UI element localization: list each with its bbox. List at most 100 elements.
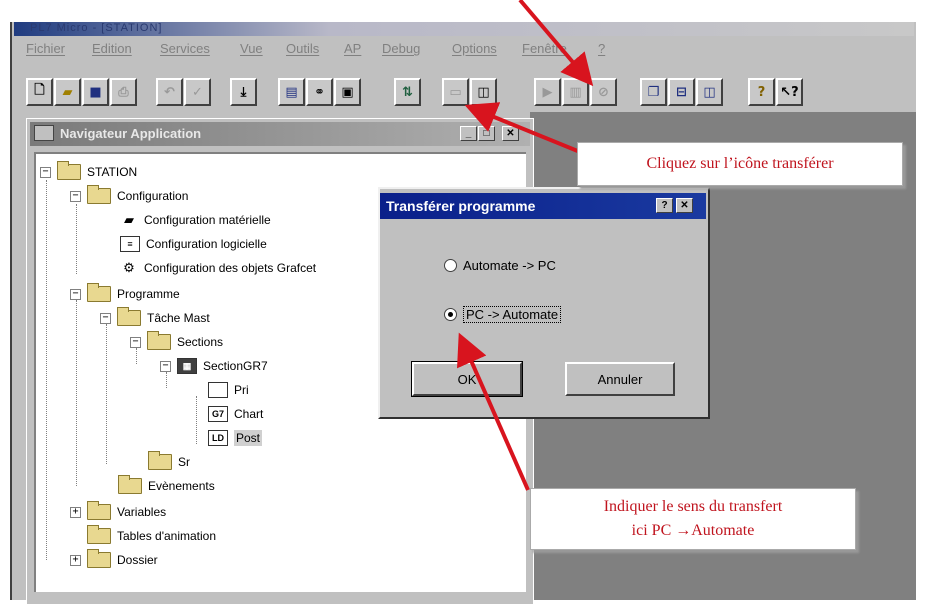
new-file-icon[interactable]: 🗋 — [26, 78, 53, 106]
open-folder-icon — [147, 331, 171, 350]
collapse-icon[interactable]: − — [130, 336, 141, 348]
help-icon[interactable]: ? — [748, 78, 775, 106]
open-folder-icon — [117, 307, 141, 326]
import-icon[interactable]: ⤓ — [230, 78, 257, 106]
expand-icon[interactable]: + — [70, 554, 81, 566]
tree-node-evenements[interactable]: Evènements — [118, 475, 215, 494]
folder-icon — [87, 525, 111, 544]
radio-pc-to-automate[interactable]: PC -> Automate — [444, 306, 562, 323]
context-help-icon[interactable]: ↖? — [776, 78, 803, 106]
navigator-title-bar: Navigateur Application _ □ ✕ — [30, 122, 530, 146]
radio-label: PC -> Automate — [463, 306, 562, 323]
tile-horizontal-icon[interactable]: ⊟ — [668, 78, 695, 106]
stop-icon[interactable]: ▥ — [562, 78, 589, 106]
tree-node-sections[interactable]: − Sections — [130, 331, 223, 350]
dialog-help-button[interactable]: ? — [656, 198, 673, 213]
transfer-icon[interactable]: ⇅ — [394, 78, 421, 106]
open-folder-icon — [87, 185, 111, 204]
toolbar: 🗋 ▰ ■ ⎙ ↶ ✓ ⤓ ▤ ⚭ ▣ ⇅ ▭ ◫ ▶ ▥ ⊘ ❐ ⊟ ◫ ? … — [14, 68, 904, 108]
tree-node-variables[interactable]: + Variables — [70, 501, 166, 520]
callout-text-line2: ici PC →Automate — [631, 522, 755, 539]
collapse-icon[interactable]: − — [70, 288, 81, 300]
radio-automate-to-pc[interactable]: Automate -> PC — [444, 258, 556, 273]
folder-icon — [57, 161, 81, 180]
menu-debug[interactable]: Debug — [382, 41, 420, 56]
tree-node-programme[interactable]: − Programme — [70, 283, 180, 302]
ok-button[interactable]: OK — [411, 361, 523, 397]
validate-icon[interactable]: ✓ — [184, 78, 211, 106]
tree-node-chart[interactable]: G7 Chart — [208, 406, 263, 422]
dialog-close-button[interactable]: ✕ — [676, 198, 693, 213]
callout-text: Cliquez sur l’icône transférer — [646, 155, 834, 172]
navigator-icon — [34, 125, 54, 141]
tree-node-config-grafcet[interactable]: ⚙ Configuration des objets Grafcet — [120, 260, 316, 276]
grafcet-objects-icon: ⚙ — [123, 260, 135, 275]
app-title: PL7 Micro - [STATION] — [30, 22, 163, 34]
menu-outils[interactable]: Outils — [286, 41, 319, 56]
close-button[interactable]: ✕ — [502, 126, 519, 141]
folder-icon — [118, 475, 142, 494]
tree-node-config-materielle[interactable]: ▰ Configuration matérielle — [120, 212, 271, 228]
menu-options[interactable]: Options — [452, 41, 497, 56]
radio-label: Automate -> PC — [463, 258, 556, 273]
collapse-icon[interactable]: − — [70, 190, 81, 202]
empty-section-icon — [208, 382, 228, 398]
callout-direction: Indiquer le sens du transfert ici PC →Au… — [530, 488, 856, 550]
hardware-icon: ▰ — [124, 212, 134, 227]
cascade-icon[interactable]: ❐ — [640, 78, 667, 106]
cancel-button[interactable]: Annuler — [565, 362, 675, 396]
tree-node-sr[interactable]: Sr — [148, 451, 190, 470]
radio-circle[interactable] — [444, 259, 457, 272]
menu-services[interactable]: Services — [160, 41, 210, 56]
maximize-button[interactable]: □ — [478, 126, 495, 141]
folder-icon — [87, 549, 111, 568]
open-folder-icon[interactable]: ▰ — [54, 78, 81, 106]
undo-icon[interactable]: ↶ — [156, 78, 183, 106]
menu-fenetre[interactable]: Fenêtre — [522, 41, 567, 56]
section-icon: ▦ — [177, 358, 197, 374]
software-config-icon: ≡ — [120, 236, 140, 252]
menu-ap[interactable]: AP — [344, 41, 361, 56]
window-list-icon[interactable]: ▤ — [278, 78, 305, 106]
menu-vue[interactable]: Vue — [240, 41, 263, 56]
tree-node-post[interactable]: LD Post — [208, 430, 263, 446]
tree-node-tache-mast[interactable]: − Tâche Mast — [100, 307, 210, 326]
minimize-button[interactable]: _ — [460, 126, 477, 141]
menu-fichier[interactable]: Fichier — [26, 41, 65, 56]
tree-node-sectiongr7[interactable]: − ▦ SectionGR7 — [160, 358, 268, 374]
view-icon[interactable]: ◫ — [470, 78, 497, 106]
tree-node-configuration[interactable]: − Configuration — [70, 185, 188, 204]
replace-icon[interactable]: ▣ — [334, 78, 361, 106]
callout-transfer-icon: Cliquez sur l’icône transférer — [577, 142, 903, 186]
menu-bar: Fichier Edition Services Vue Outils AP D… — [14, 37, 914, 59]
expand-icon[interactable]: + — [70, 506, 81, 518]
dialog-title: Transférer programme — [386, 198, 536, 214]
init-icon[interactable]: ⊘ — [590, 78, 617, 106]
navigator-title: Navigateur Application — [60, 126, 202, 141]
run-icon[interactable]: ▶ — [534, 78, 561, 106]
callout-text-line1: Indiquer le sens du transfert — [603, 498, 783, 515]
open-folder-icon — [87, 283, 111, 302]
radio-circle-selected[interactable] — [444, 308, 457, 321]
connect-icon[interactable]: ▭ — [442, 78, 469, 106]
folder-icon — [87, 501, 111, 520]
collapse-icon[interactable]: − — [100, 312, 111, 324]
tree-node-config-logicielle[interactable]: ≡ Configuration logicielle — [120, 236, 267, 252]
tree-node-dossier[interactable]: + Dossier — [70, 549, 158, 568]
tree-node-pri[interactable]: Pri — [208, 382, 249, 398]
grafcet-chart-icon: G7 — [208, 406, 228, 422]
tile-vertical-icon[interactable]: ◫ — [696, 78, 723, 106]
save-icon[interactable]: ■ — [82, 78, 109, 106]
collapse-icon[interactable]: − — [160, 360, 171, 372]
tree-node-station[interactable]: − STATION — [40, 161, 137, 180]
folder-icon — [148, 451, 172, 470]
find-binoculars-icon[interactable]: ⚭ — [306, 78, 333, 106]
dialog-title-bar: Transférer programme ? ✕ — [380, 193, 706, 219]
menu-edition[interactable]: Edition — [92, 41, 132, 56]
ladder-icon: LD — [208, 430, 228, 446]
menu-help[interactable]: ? — [598, 41, 605, 56]
collapse-icon[interactable]: − — [40, 166, 51, 178]
tree-node-tables-animation[interactable]: Tables d'animation — [87, 525, 216, 544]
app-title-bar: PL7 Micro - [STATION] — [14, 22, 914, 36]
print-icon[interactable]: ⎙ — [110, 78, 137, 106]
